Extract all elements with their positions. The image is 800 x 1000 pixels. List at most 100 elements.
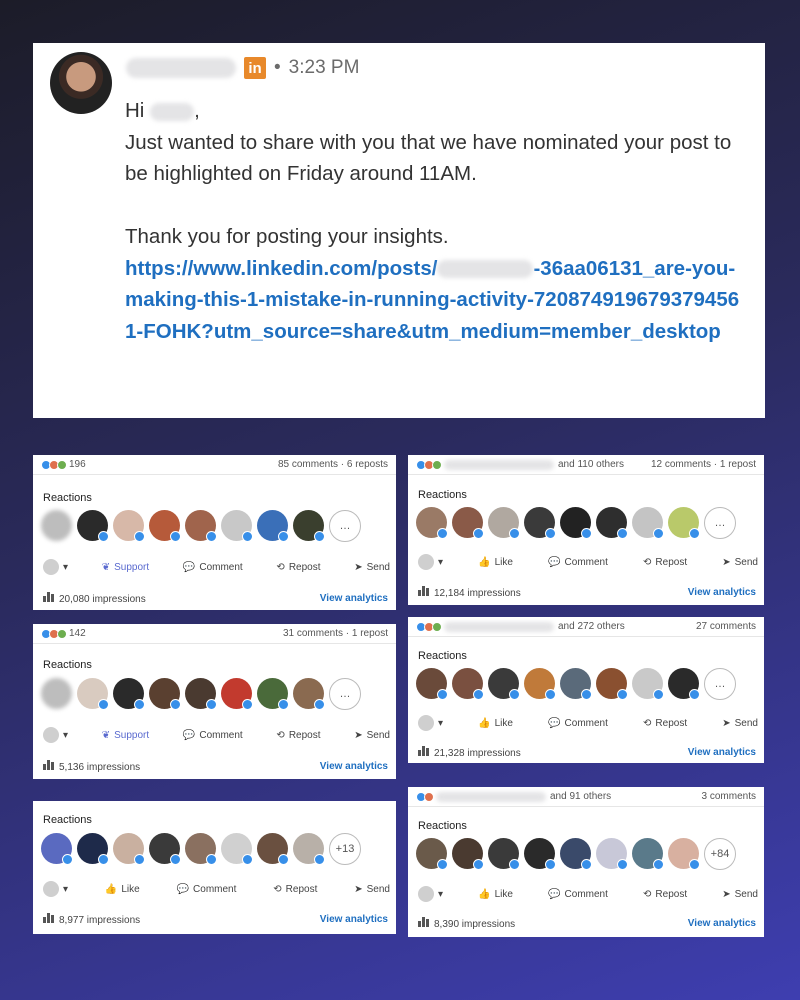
reaction-count[interactable]: and 272 others	[558, 621, 625, 632]
avatar[interactable]	[596, 507, 628, 539]
comment-button[interactable]: 💬 Comment	[177, 884, 237, 895]
comment-button[interactable]: 💬 Comment	[548, 557, 608, 568]
actor-selector[interactable]: ▾	[43, 881, 68, 897]
comments-reposts[interactable]: 3 comments	[702, 791, 756, 802]
sender-avatar[interactable]	[50, 52, 112, 114]
avatar[interactable]	[524, 668, 556, 700]
view-analytics-link[interactable]: View analytics	[688, 918, 756, 929]
avatar[interactable]	[77, 510, 109, 542]
avatar[interactable]	[257, 833, 289, 865]
send-button[interactable]: ➤ Send	[722, 889, 758, 900]
avatar[interactable]	[524, 507, 556, 539]
more-reactors-button[interactable]: …	[704, 507, 736, 539]
avatar[interactable]	[632, 668, 664, 700]
avatar[interactable]	[185, 510, 217, 542]
support-button[interactable]: ❦ Support	[102, 730, 149, 741]
avatar[interactable]	[41, 678, 72, 709]
avatar[interactable]	[149, 833, 181, 865]
comment-button[interactable]: 💬 Comment	[183, 562, 243, 573]
avatar[interactable]	[560, 507, 592, 539]
reaction-count[interactable]: 142	[69, 628, 86, 639]
avatar[interactable]	[668, 668, 700, 700]
avatar[interactable]	[41, 833, 73, 865]
actor-selector[interactable]: ▾	[418, 886, 443, 902]
avatar[interactable]	[149, 510, 181, 542]
like-button[interactable]: 👍 Like	[478, 557, 513, 568]
more-reactors-button[interactable]: +84	[704, 838, 736, 870]
send-button[interactable]: ➤ Send	[722, 557, 758, 568]
comment-button[interactable]: 💬 Comment	[548, 889, 608, 900]
repost-button[interactable]: ⟲ Repost	[276, 562, 320, 573]
avatar[interactable]	[632, 838, 664, 870]
avatar[interactable]	[416, 507, 448, 539]
like-button[interactable]: 👍 Like	[478, 889, 513, 900]
actor-selector[interactable]: ▾	[418, 554, 443, 570]
comments-reposts[interactable]: 27 comments	[696, 621, 756, 632]
reaction-summary[interactable]: 196	[41, 459, 86, 470]
comments-reposts[interactable]: 85 comments · 6 reposts	[278, 459, 388, 470]
comment-button[interactable]: 💬 Comment	[183, 730, 243, 741]
avatar[interactable]	[77, 833, 109, 865]
avatar[interactable]	[221, 510, 253, 542]
reaction-summary[interactable]: and 272 others	[416, 621, 625, 632]
avatar[interactable]	[452, 838, 484, 870]
avatar[interactable]	[560, 838, 592, 870]
avatar[interactable]	[560, 668, 592, 700]
avatar[interactable]	[596, 668, 628, 700]
more-reactors-button[interactable]: …	[329, 510, 361, 542]
avatar[interactable]	[185, 678, 217, 710]
like-button[interactable]: 👍 Like	[105, 884, 140, 895]
avatar[interactable]	[221, 833, 253, 865]
avatar[interactable]	[113, 510, 145, 542]
reaction-summary[interactable]: and 110 others	[416, 459, 624, 470]
comment-button[interactable]: 💬 Comment	[548, 718, 608, 729]
avatar[interactable]	[41, 510, 72, 541]
support-button[interactable]: ❦ Support	[102, 562, 149, 573]
avatar[interactable]	[524, 838, 556, 870]
avatar[interactable]	[257, 678, 289, 710]
avatar[interactable]	[452, 507, 484, 539]
avatar[interactable]	[596, 838, 628, 870]
send-button[interactable]: ➤ Send	[354, 562, 390, 573]
like-button[interactable]: 👍 Like	[478, 718, 513, 729]
view-analytics-link[interactable]: View analytics	[688, 747, 756, 758]
actor-selector[interactable]: ▾	[43, 559, 68, 575]
reaction-count[interactable]: and 91 others	[550, 791, 611, 802]
more-reactors-button[interactable]: …	[329, 678, 361, 710]
avatar[interactable]	[416, 668, 448, 700]
avatar[interactable]	[452, 668, 484, 700]
send-button[interactable]: ➤ Send	[354, 730, 390, 741]
view-analytics-link[interactable]: View analytics	[688, 587, 756, 598]
reaction-count[interactable]: 196	[69, 459, 86, 470]
reaction-summary[interactable]: 142	[41, 628, 86, 639]
post-link[interactable]: https://www.linkedin.com/posts/-36aa0613…	[125, 253, 745, 348]
avatar[interactable]	[185, 833, 217, 865]
repost-button[interactable]: ⟲ Repost	[643, 557, 687, 568]
avatar[interactable]	[488, 838, 520, 870]
avatar[interactable]	[113, 678, 145, 710]
repost-button[interactable]: ⟲ Repost	[273, 884, 317, 895]
avatar[interactable]	[293, 833, 325, 865]
repost-button[interactable]: ⟲ Repost	[643, 889, 687, 900]
send-button[interactable]: ➤ Send	[354, 884, 390, 895]
avatar[interactable]	[257, 510, 289, 542]
comments-reposts[interactable]: 12 comments · 1 repost	[651, 459, 756, 470]
avatar[interactable]	[416, 838, 448, 870]
avatar[interactable]	[632, 507, 664, 539]
avatar[interactable]	[221, 678, 253, 710]
avatar[interactable]	[488, 668, 520, 700]
avatar[interactable]	[149, 678, 181, 710]
send-button[interactable]: ➤ Send	[722, 718, 758, 729]
reaction-count[interactable]: and 110 others	[558, 459, 624, 470]
avatar[interactable]	[293, 678, 325, 710]
view-analytics-link[interactable]: View analytics	[320, 914, 388, 925]
more-reactors-button[interactable]: +13	[329, 833, 361, 865]
avatar[interactable]	[488, 507, 520, 539]
actor-selector[interactable]: ▾	[418, 715, 443, 731]
repost-button[interactable]: ⟲ Repost	[643, 718, 687, 729]
repost-button[interactable]: ⟲ Repost	[276, 730, 320, 741]
avatar[interactable]	[77, 678, 109, 710]
view-analytics-link[interactable]: View analytics	[320, 761, 388, 772]
avatar[interactable]	[668, 507, 700, 539]
view-analytics-link[interactable]: View analytics	[320, 593, 388, 604]
